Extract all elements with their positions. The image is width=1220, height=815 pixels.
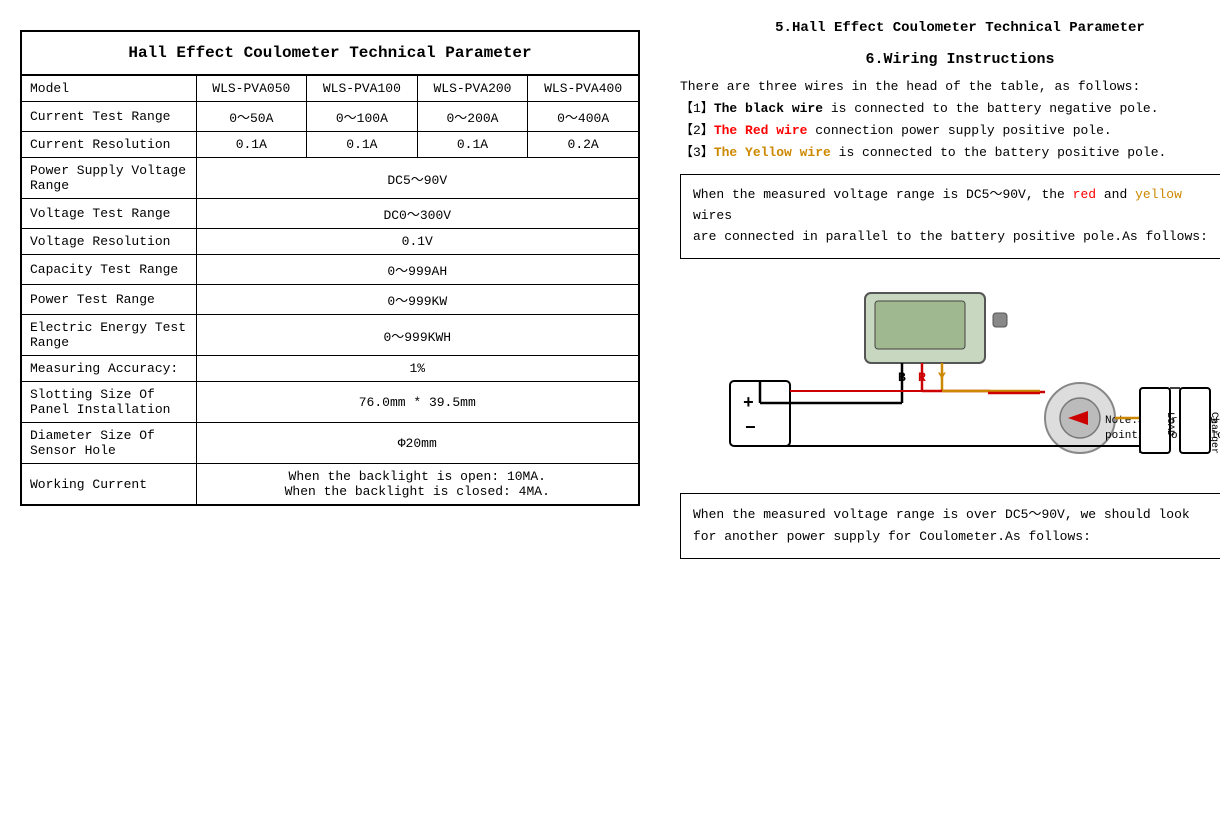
- wire3-bracket: 【3】: [680, 145, 714, 160]
- wire2-text: connection power supply positive pole.: [815, 123, 1111, 138]
- wire1-black: The black wire: [714, 101, 823, 116]
- col-pva200: WLS-PVA200: [417, 75, 528, 102]
- row-capacity-test-label: Capacity Test Range: [21, 255, 196, 285]
- row-slotting-label: Slotting Size Of Panel Installation: [21, 382, 196, 423]
- infobox1-text1: When the measured voltage range is DC5～9…: [693, 187, 1073, 202]
- row-voltage-res-val: 0.1V: [196, 229, 639, 255]
- row-slotting-val: 76.0mm * 39.5mm: [196, 382, 639, 423]
- col-pva050: WLS-PVA050: [196, 75, 307, 102]
- table-title: Hall Effect Coulometer Technical Paramet…: [21, 31, 639, 75]
- col-pva400: WLS-PVA400: [528, 75, 639, 102]
- row-current-test-050: 0～50A: [196, 102, 307, 132]
- row-current-res-100: 0.1A: [307, 132, 418, 158]
- row-voltage-test-label: Voltage Test Range: [21, 199, 196, 229]
- tech-param-table: Hall Effect Coulometer Technical Paramet…: [20, 30, 640, 506]
- info-box-parallel: When the measured voltage range is DC5～9…: [680, 174, 1220, 258]
- wire3-yellow: The Yellow wire: [714, 145, 831, 160]
- row-energy-test-val: 0～999KWH: [196, 315, 639, 356]
- section6-title: 6.Wiring Instructions: [680, 51, 1220, 68]
- left-column: Hall Effect Coulometer Technical Paramet…: [20, 20, 640, 506]
- svg-text:Charger: Charger: [1208, 412, 1220, 454]
- row-power-test-val: 0～999KW: [196, 285, 639, 315]
- svg-text:−: −: [745, 419, 756, 439]
- row-power-supply-label: Power Supply Voltage Range: [21, 158, 196, 199]
- svg-text:LOAD: LOAD: [1164, 412, 1175, 436]
- bottom-line2: for another power supply for Coulometer.…: [693, 529, 1091, 544]
- wire1-text: is connected to the battery negative pol…: [831, 101, 1159, 116]
- wiring-svg: B R Y + −: [680, 273, 1220, 473]
- wiring-intro-block: There are three wires in the head of the…: [680, 76, 1220, 164]
- row-current-res-200: 0.1A: [417, 132, 528, 158]
- section5-title: 5.Hall Effect Coulometer Technical Param…: [680, 20, 1220, 36]
- row-current-test-400: 0～400A: [528, 102, 639, 132]
- row-current-test-200: 0～200A: [417, 102, 528, 132]
- row-working-current-val: When the backlight is open: 10MA. When t…: [196, 464, 639, 506]
- infobox1-text2: are connected in parallel to the battery…: [693, 229, 1208, 244]
- col-model: Model: [21, 75, 196, 102]
- right-column: 5.Hall Effect Coulometer Technical Param…: [670, 20, 1220, 559]
- wire3-text: is connected to the battery positive pol…: [839, 145, 1167, 160]
- row-voltage-test-val: DC0～300V: [196, 199, 639, 229]
- row-accuracy-val: 1%: [196, 356, 639, 382]
- row-current-test-100: 0～100A: [307, 102, 418, 132]
- wiring-diagram: B R Y + −: [680, 273, 1220, 473]
- row-current-test-label: Current Test Range: [21, 102, 196, 132]
- row-voltage-res-label: Voltage Resolution: [21, 229, 196, 255]
- infobox1-yellow: yellow: [1135, 187, 1182, 202]
- bottom-info-box: When the measured voltage range is over …: [680, 493, 1220, 559]
- svg-text:+: +: [743, 394, 754, 414]
- row-energy-test-label: Electric Energy Test Range: [21, 315, 196, 356]
- wire1-bracket: 【1】: [680, 101, 714, 116]
- row-working-current-label: Working Current: [21, 464, 196, 506]
- row-accuracy-label: Measuring Accuracy:: [21, 356, 196, 382]
- row-diameter-label: Diameter Size Of Sensor Hole: [21, 423, 196, 464]
- row-current-res-label: Current Resolution: [21, 132, 196, 158]
- row-diameter-val: Φ20mm: [196, 423, 639, 464]
- row-capacity-test-val: 0～999AH: [196, 255, 639, 285]
- bottom-line1: When the measured voltage range is over …: [693, 507, 1190, 522]
- infobox1-wires: wires: [693, 208, 732, 223]
- wire2-red: The Red wire: [714, 123, 808, 138]
- col-pva100: WLS-PVA100: [307, 75, 418, 102]
- wire2-bracket: 【2】: [680, 123, 714, 138]
- infobox1-red: red: [1073, 187, 1096, 202]
- wiring-intro-text: There are three wires in the head of the…: [680, 79, 1140, 94]
- infobox1-and: and: [1096, 187, 1135, 202]
- row-current-res-050: 0.1A: [196, 132, 307, 158]
- row-power-test-label: Power Test Range: [21, 285, 196, 315]
- row-power-supply-val: DC5～90V: [196, 158, 639, 199]
- row-current-res-400: 0.2A: [528, 132, 639, 158]
